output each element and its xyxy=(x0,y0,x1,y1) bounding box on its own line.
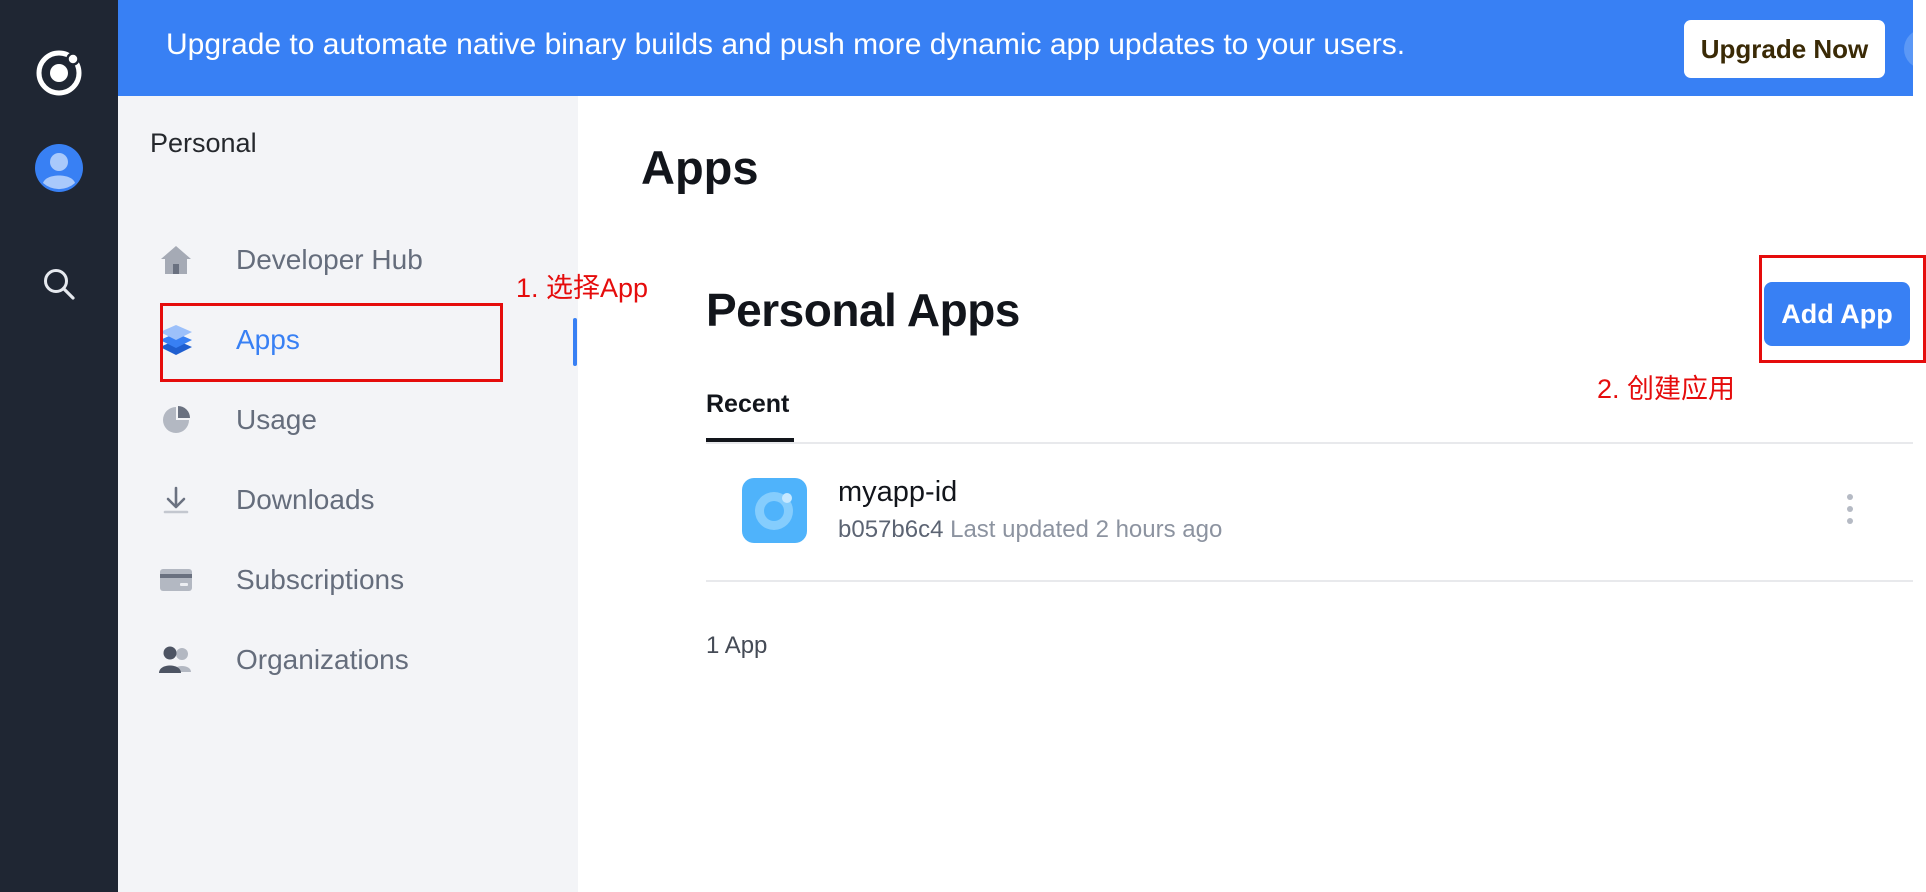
window-edge xyxy=(1913,0,1926,892)
sidebar-heading: Personal xyxy=(150,128,257,158)
app-name: myapp-id xyxy=(838,476,958,508)
home-icon xyxy=(158,242,194,278)
annotation-box-apps xyxy=(160,303,503,382)
upgrade-now-button[interactable]: Upgrade Now xyxy=(1684,20,1885,78)
search-icon[interactable] xyxy=(0,256,118,312)
sidebar-item-label: Usage xyxy=(236,404,317,435)
credit-card-icon xyxy=(158,562,194,598)
active-item-indicator xyxy=(573,318,577,366)
page-title: Apps xyxy=(641,141,759,194)
sidebar-item-label: Organizations xyxy=(236,644,409,675)
sidebar-item-organizations[interactable]: Organizations xyxy=(158,627,578,693)
app-count: 1 App xyxy=(706,632,768,659)
upgrade-banner: Upgrade to automate native binary builds… xyxy=(118,0,1926,96)
sidebar-item-label: Subscriptions xyxy=(236,564,405,595)
sidebar-item-label: Downloads xyxy=(236,484,375,515)
pie-chart-icon xyxy=(158,402,194,438)
sidebar-item-usage[interactable]: Usage xyxy=(158,387,578,453)
app-rail xyxy=(0,0,118,892)
banner-message: Upgrade to automate native binary builds… xyxy=(166,28,1406,61)
user-avatar-icon[interactable] xyxy=(0,140,118,196)
more-options-icon[interactable] xyxy=(1838,484,1862,534)
sidebar-item-developer-hub[interactable]: Developer Hub xyxy=(158,227,578,293)
app-list-item[interactable]: myapp-id b057b6c4 Last updated 2 hours a… xyxy=(706,444,1913,580)
sidebar-item-label: Developer Hub xyxy=(236,244,423,275)
app-hash: b057b6c4 xyxy=(838,516,944,543)
sidebar-item-subscriptions[interactable]: Subscriptions xyxy=(158,547,578,613)
sidebar-item-downloads[interactable]: Downloads xyxy=(158,467,578,533)
annotation-step1: 1. 选择App xyxy=(516,273,649,303)
annotation-box-add-app xyxy=(1759,255,1926,363)
people-icon xyxy=(158,642,194,678)
app-meta: b057b6c4 Last updated 2 hours ago xyxy=(838,516,1222,544)
annotation-step2: 2. 创建应用 xyxy=(1597,374,1736,404)
sidebar: Personal Developer Hub Apps Usage Downlo… xyxy=(118,96,578,892)
list-divider xyxy=(706,580,1913,582)
download-icon xyxy=(158,482,194,518)
ionic-logo-icon[interactable] xyxy=(0,40,118,106)
app-updated-time: Last updated 2 hours ago xyxy=(950,516,1223,543)
tab-recent[interactable]: Recent xyxy=(706,390,794,443)
section-title: Personal Apps xyxy=(706,284,1020,336)
app-icon xyxy=(742,478,807,543)
